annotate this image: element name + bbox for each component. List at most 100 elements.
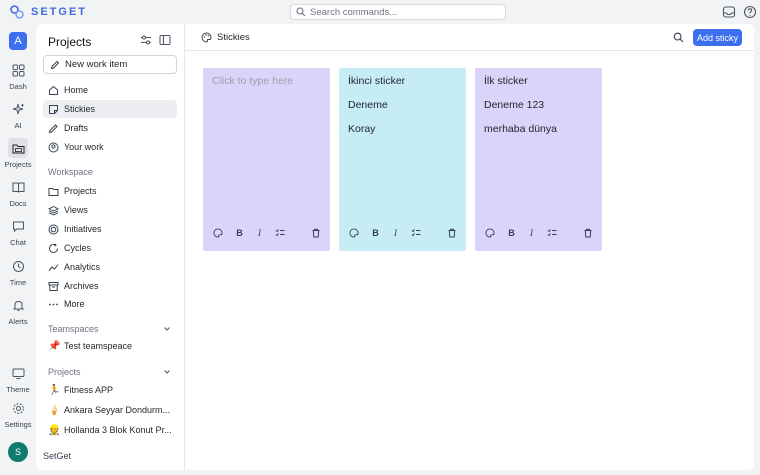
gear-icon	[12, 402, 24, 414]
sidebar-item-cycles[interactable]: Cycles	[43, 239, 177, 257]
chevron-down-icon[interactable]	[163, 368, 171, 376]
folder-icon	[12, 144, 24, 153]
sidebar-item-stickies[interactable]: Stickies	[43, 100, 177, 118]
cycle-icon	[49, 243, 58, 253]
workspace-footer-name[interactable]: SetGet	[43, 451, 71, 461]
sidebar-item-label: Analytics	[64, 262, 101, 272]
rail-label: Theme	[6, 385, 30, 394]
rail-item-projects[interactable]: Projects	[0, 138, 36, 169]
palette-icon[interactable]	[212, 227, 223, 238]
project-item[interactable]: 🏃 Fitness APP	[43, 381, 177, 399]
italic-icon[interactable]: I	[390, 227, 401, 238]
trash-icon[interactable]	[446, 227, 457, 238]
palette-icon[interactable]	[484, 227, 495, 238]
brand-logo[interactable]: SETGET	[9, 4, 87, 20]
command-search-input[interactable]: Search commands...	[290, 4, 506, 20]
book-icon	[12, 182, 24, 193]
bold-icon[interactable]: B	[234, 227, 245, 238]
sticky-toolbar: B I	[484, 227, 594, 239]
page-header: Stickies Add sticky	[185, 24, 754, 51]
sticky-text-line[interactable]: Deneme 123	[484, 99, 593, 111]
teamspace-label: Test teamspeace	[64, 341, 133, 351]
rail-item-theme[interactable]: Theme	[0, 363, 36, 394]
sticky-text-line[interactable]: Deneme	[348, 99, 457, 111]
bold-icon[interactable]: B	[370, 227, 381, 238]
rail-item-alerts[interactable]: Alerts	[0, 295, 36, 326]
ice-cream-icon: 🍦	[48, 404, 61, 416]
sticky-text-line[interactable]: İkinci sticker	[348, 75, 457, 87]
teamspace-item[interactable]: 📌 Test teamspeace	[43, 337, 177, 355]
breadcrumb: Stickies	[201, 32, 250, 43]
user-avatar[interactable]: S	[8, 442, 28, 462]
sidebar-item-label: Your work	[64, 142, 104, 152]
rail-item-dash[interactable]: Dash	[0, 60, 36, 91]
pencil-icon	[48, 123, 58, 133]
checklist-icon[interactable]	[274, 227, 285, 238]
projects-section-header[interactable]: Projects	[48, 367, 81, 377]
rail-item-settings[interactable]: Settings	[0, 398, 36, 429]
projects-sidebar: Projects New work item Home Stickies Dra…	[36, 24, 185, 470]
sidebar-item-home[interactable]: Home	[43, 81, 177, 99]
search-icon[interactable]	[673, 32, 684, 43]
rail-label: AI	[14, 121, 22, 130]
project-label: Hollanda 3 Blok Konut Pr...	[64, 425, 172, 435]
folder-icon	[48, 187, 59, 196]
trash-icon[interactable]	[582, 227, 593, 238]
bold-icon[interactable]: B	[506, 227, 517, 238]
sticky-text-line[interactable]: Koray	[348, 123, 457, 135]
checklist-icon[interactable]	[546, 227, 557, 238]
italic-icon[interactable]: I	[254, 227, 265, 238]
checklist-icon[interactable]	[410, 227, 421, 238]
sidebar-item-drafts[interactable]: Drafts	[43, 119, 177, 137]
project-item[interactable]: 🍦 Ankara Seyyar Dondurm...	[43, 401, 177, 419]
project-item[interactable]: 👷 Hollanda 3 Blok Konut Pr...	[43, 421, 177, 439]
main-content: Stickies Add sticky Click to type here B…	[185, 24, 754, 470]
help-icon[interactable]	[743, 5, 757, 19]
sidebar-item-views[interactable]: Views	[43, 201, 177, 219]
filter-settings-icon[interactable]	[140, 34, 152, 46]
project-label: Fitness APP	[64, 385, 114, 395]
page-title: Stickies	[217, 32, 250, 43]
pushpin-icon: 📌	[48, 340, 61, 352]
sticky-note[interactable]: İlk sticker Deneme 123 merhaba dünya B I	[475, 68, 602, 251]
chart-icon	[48, 263, 59, 271]
sidebar-item-your-work[interactable]: Your work	[43, 138, 177, 156]
teamspaces-section-header[interactable]: Teamspaces	[48, 324, 99, 334]
new-work-item-label: New work item	[65, 59, 128, 70]
rail-item-docs[interactable]: Docs	[0, 177, 36, 208]
italic-icon[interactable]: I	[526, 227, 537, 238]
trash-icon[interactable]	[310, 227, 321, 238]
rail-label: Chat	[10, 238, 26, 247]
sidebar-toggle-icon[interactable]	[159, 34, 171, 46]
workspace-section-header[interactable]: Workspace	[48, 167, 93, 177]
rail-item-ai[interactable]: AI	[0, 99, 36, 130]
add-sticky-button[interactable]: Add sticky	[693, 29, 742, 46]
sidebar-item-archives[interactable]: Archives	[43, 277, 177, 295]
new-work-item-button[interactable]: New work item	[43, 55, 177, 74]
rail-item-chat[interactable]: Chat	[0, 216, 36, 247]
archive-icon	[48, 281, 59, 291]
sticky-text-line[interactable]: İlk sticker	[484, 75, 593, 87]
sticky-text-line[interactable]: merhaba dünya	[484, 123, 593, 135]
sticky-placeholder[interactable]: Click to type here	[212, 75, 321, 87]
construction-worker-icon: 👷	[48, 424, 61, 436]
rail-label: Time	[9, 278, 27, 287]
sidebar-item-label: Home	[64, 85, 89, 95]
project-label: Ankara Seyyar Dondurm...	[64, 405, 171, 415]
inbox-icon[interactable]	[722, 5, 736, 19]
sticky-note[interactable]: Click to type here B I	[203, 68, 330, 251]
app-rail: A Dash AI Projects Docs Chat Time Alerts…	[0, 24, 36, 475]
palette-icon[interactable]	[348, 227, 359, 238]
rail-label: Projects	[4, 160, 32, 169]
sidebar-item-more[interactable]: More	[43, 295, 177, 313]
sidebar-item-analytics[interactable]: Analytics	[43, 258, 177, 276]
sidebar-item-projects[interactable]: Projects	[43, 182, 177, 200]
workspace-avatar[interactable]: A	[9, 32, 27, 50]
sticky-note[interactable]: İkinci sticker Deneme Koray B I	[339, 68, 466, 251]
brand-name: SETGET	[31, 6, 88, 18]
sidebar-item-label: Views	[64, 205, 88, 215]
chevron-down-icon[interactable]	[163, 325, 171, 333]
rail-item-time[interactable]: Time	[0, 256, 36, 287]
sidebar-item-initiatives[interactable]: Initiatives	[43, 220, 177, 238]
user-circle-icon	[48, 142, 59, 152]
